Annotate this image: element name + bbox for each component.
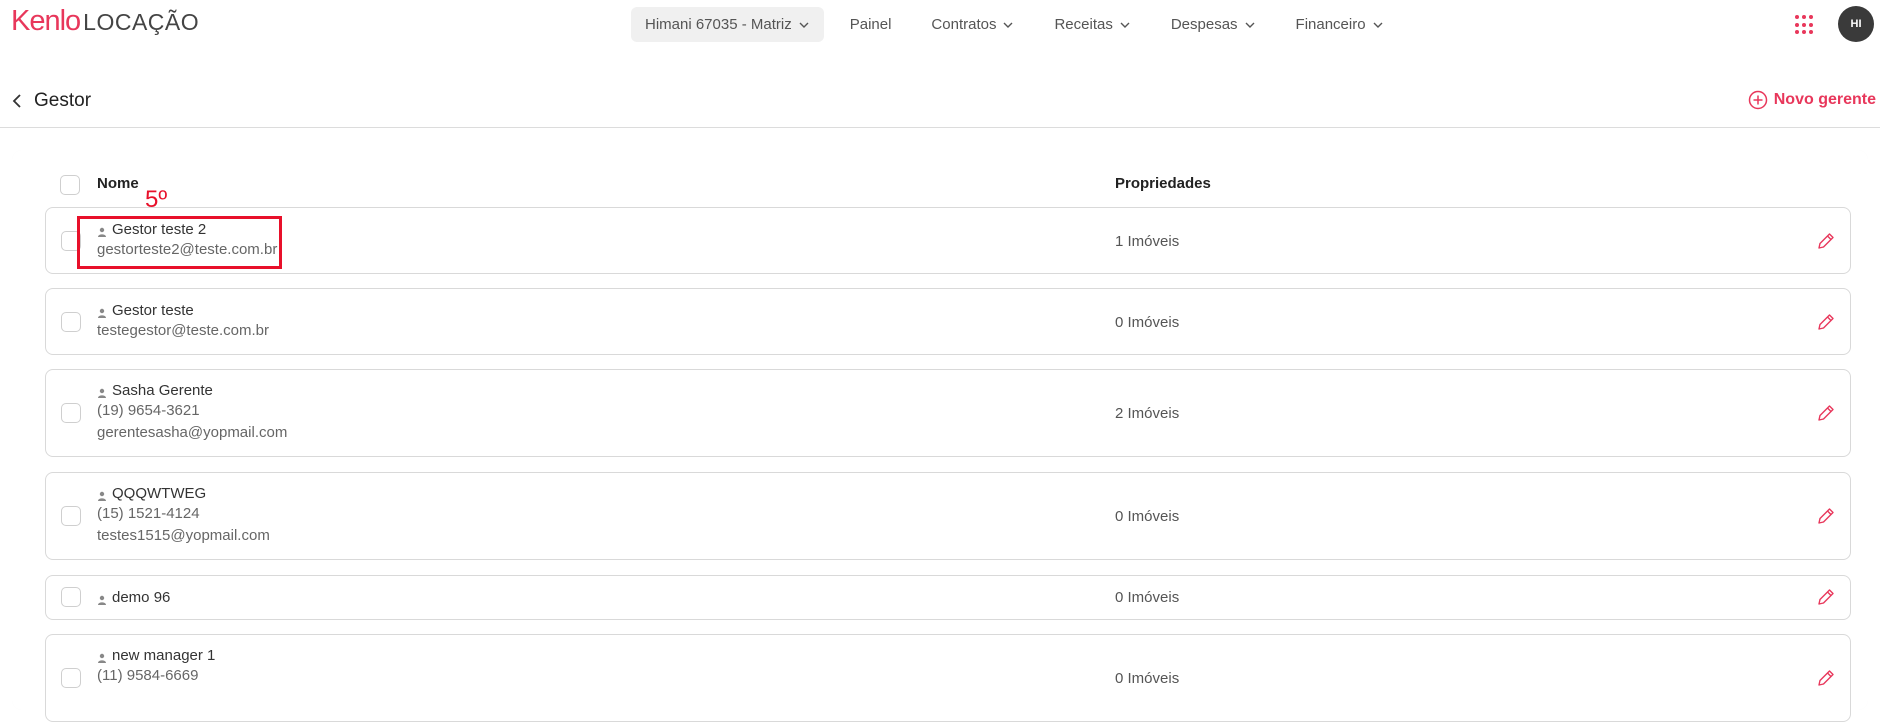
manager-email: gerentesasha@yopmail.com xyxy=(97,424,288,441)
pencil-icon[interactable] xyxy=(1816,668,1836,688)
table-row[interactable]: Gestor teste testegestor@teste.com.br 0 … xyxy=(45,288,1851,355)
properties-count: 0 Imóveis xyxy=(1115,670,1180,687)
chevron-down-icon xyxy=(1002,19,1014,31)
chevron-down-icon xyxy=(1244,19,1256,31)
select-all-checkbox[interactable] xyxy=(60,175,80,195)
manager-name: Gestor teste xyxy=(112,301,194,319)
pencil-icon[interactable] xyxy=(1816,231,1836,251)
row-name-block: new manager 1 (11) 9584-6669 xyxy=(97,645,215,687)
plus-circle-icon xyxy=(1748,90,1768,110)
row-checkbox[interactable] xyxy=(61,403,81,423)
manager-name: QQQWTWEG xyxy=(112,484,207,502)
annotation-highlight-box xyxy=(77,216,282,269)
logo-brand: Kenlo xyxy=(11,5,81,37)
nav-item-label: Painel xyxy=(849,16,892,33)
page-title: Gestor xyxy=(34,90,92,111)
pencil-icon[interactable] xyxy=(1816,312,1836,332)
nav-item-receitas[interactable]: Receitas xyxy=(1044,7,1140,42)
table-header: Nome Propriedades xyxy=(45,172,1851,198)
table-row[interactable]: Sasha Gerente (19) 9654-3621 gerentesash… xyxy=(45,369,1851,457)
properties-count: 0 Imóveis xyxy=(1115,508,1180,525)
row-name-block: QQQWTWEG (15) 1521-4124 testes1515@yopma… xyxy=(97,483,270,547)
back-arrow-icon[interactable] xyxy=(8,90,26,112)
person-icon xyxy=(97,650,107,663)
manager-email: testegestor@teste.com.br xyxy=(97,322,269,339)
person-icon xyxy=(97,305,107,318)
row-checkbox[interactable] xyxy=(61,506,81,526)
row-checkbox[interactable] xyxy=(61,312,81,332)
logo-product: LOCAÇÃO xyxy=(83,9,200,35)
chevron-down-icon xyxy=(1372,19,1384,31)
pencil-icon[interactable] xyxy=(1816,506,1836,526)
row-name-block: demo 96 xyxy=(97,587,170,607)
page-header: Gestor Novo gerente xyxy=(0,80,1880,128)
row-checkbox[interactable] xyxy=(61,587,81,607)
managers-table: Nome Propriedades Gestor teste 2 gestort… xyxy=(12,150,1868,722)
main-nav: Himani 67035 - Matriz Painel Contratos R… xyxy=(631,7,1404,42)
nav-item-contratos[interactable]: Contratos xyxy=(921,7,1024,42)
nav-item-label: Despesas xyxy=(1170,16,1238,33)
row-name-block: Sasha Gerente (19) 9654-3621 gerentesash… xyxy=(97,380,287,444)
managers-panel: Nome Propriedades Gestor teste 2 gestort… xyxy=(12,150,1868,722)
top-navbar: Kenlo LOCAÇÃO Himani 67035 - Matriz Pain… xyxy=(0,0,1880,50)
table-row[interactable]: Gestor teste 2 gestorteste2@teste.com.br… xyxy=(45,207,1851,274)
properties-count: 0 Imóveis xyxy=(1115,314,1180,331)
chevron-down-icon xyxy=(1119,19,1131,31)
row-name-block: Gestor teste testegestor@teste.com.br xyxy=(97,300,269,342)
nav-item-despesas[interactable]: Despesas xyxy=(1161,7,1266,42)
manager-name: new manager 1 xyxy=(112,646,216,664)
nav-item-financeiro[interactable]: Financeiro xyxy=(1286,7,1394,42)
annotation-label: 5º xyxy=(145,186,168,213)
row-checkbox[interactable] xyxy=(61,668,81,688)
pencil-icon[interactable] xyxy=(1816,587,1836,607)
column-header-properties: Propriedades xyxy=(1115,175,1211,192)
person-icon xyxy=(97,488,107,501)
account-selector[interactable]: Himani 67035 - Matriz xyxy=(631,7,824,42)
manager-phone: (19) 9654-3621 xyxy=(97,402,200,419)
table-row[interactable]: new manager 1 (11) 9584-6669 0 Imóveis xyxy=(45,634,1851,722)
pencil-icon[interactable] xyxy=(1816,403,1836,423)
person-icon xyxy=(97,385,107,398)
nav-item-label: Financeiro xyxy=(1295,16,1366,33)
table-row[interactable]: QQQWTWEG (15) 1521-4124 testes1515@yopma… xyxy=(45,472,1851,560)
properties-count: 2 Imóveis xyxy=(1115,405,1180,422)
user-avatar[interactable]: HI xyxy=(1838,6,1874,42)
chevron-down-icon xyxy=(798,19,810,31)
nav-item-label: Receitas xyxy=(1054,16,1113,33)
apps-grid-icon[interactable] xyxy=(1795,15,1815,35)
account-selector-label: Himani 67035 - Matriz xyxy=(645,16,792,33)
manager-email: testes1515@yopmail.com xyxy=(97,527,270,544)
manager-name: demo 96 xyxy=(112,588,171,606)
nav-item-painel[interactable]: Painel xyxy=(840,7,902,42)
manager-name: Sasha Gerente xyxy=(112,381,213,399)
new-manager-label: Novo gerente xyxy=(1773,91,1876,108)
kenlo-logo[interactable]: Kenlo LOCAÇÃO xyxy=(11,5,199,41)
properties-count: 1 Imóveis xyxy=(1115,233,1180,250)
manager-phone: (11) 9584-6669 xyxy=(97,667,199,684)
new-manager-button[interactable]: Novo gerente xyxy=(1748,90,1876,110)
manager-phone: (15) 1521-4124 xyxy=(97,505,200,522)
person-icon xyxy=(97,592,107,605)
column-header-name: Nome xyxy=(97,175,139,192)
table-row[interactable]: demo 96 0 Imóveis xyxy=(45,575,1851,620)
nav-item-label: Contratos xyxy=(931,16,997,33)
properties-count: 0 Imóveis xyxy=(1115,589,1180,606)
